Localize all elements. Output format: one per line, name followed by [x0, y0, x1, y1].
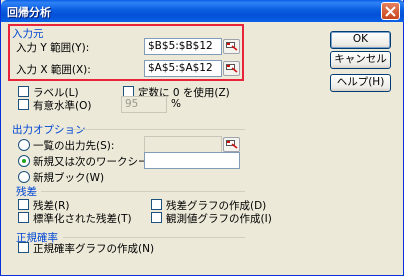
y-range-label: 入力 Y 範囲(Y): — [16, 42, 90, 54]
new-sheet-name-input[interactable] — [144, 152, 240, 169]
new-book-label: 新規ブック(W) — [33, 172, 105, 184]
normal-group-divider — [63, 237, 245, 238]
line-fit-plots-checkbox[interactable] — [151, 212, 162, 223]
normal-probability-checkbox[interactable] — [18, 242, 29, 253]
range-select-icon — [226, 64, 238, 73]
close-button[interactable] — [381, 2, 400, 20]
help-button[interactable]: ヘルプ(H) — [330, 74, 391, 92]
cancel-button[interactable]: キャンセル — [330, 51, 391, 69]
standardized-residuals-checkbox[interactable] — [18, 212, 29, 223]
confidence-unit: % — [171, 98, 181, 110]
y-range-collapse-button[interactable] — [223, 39, 240, 54]
regression-dialog: 回帰分析 入力元 入力 Y 範囲(Y): $B$5:$B$12 入力 X 範囲(… — [0, 0, 404, 276]
residuals-group-label: 残差 — [16, 186, 37, 198]
window-title: 回帰分析 — [7, 6, 51, 19]
line-fit-plots-label: 観測値グラフの作成(I) — [166, 213, 272, 225]
residuals-group-divider — [41, 191, 245, 192]
output-range-radio[interactable] — [18, 139, 30, 151]
output-group-divider — [73, 129, 245, 130]
confidence-label: 有意水準(O) — [33, 100, 92, 112]
output-range-collapse-button[interactable] — [223, 137, 240, 152]
ok-button[interactable]: OK — [330, 31, 391, 49]
y-range-input[interactable]: $B$5:$B$12 — [144, 38, 222, 55]
title-bar: 回帰分析 — [1, 0, 404, 22]
standardized-residuals-label: 標準化された残差(T) — [33, 213, 132, 225]
residual-plots-checkbox[interactable] — [151, 199, 162, 210]
labels-checkbox[interactable] — [18, 86, 29, 97]
normal-probability-label: 正規確率グラフの作成(N) — [33, 243, 155, 255]
range-select-icon — [226, 42, 238, 51]
range-select-icon — [226, 140, 238, 149]
close-icon — [385, 6, 396, 17]
x-range-collapse-button[interactable] — [223, 61, 240, 76]
confidence-input[interactable]: 95 — [121, 96, 167, 113]
x-range-label: 入力 X 範囲(X): — [16, 64, 91, 76]
confidence-checkbox[interactable] — [18, 99, 29, 110]
output-range-label: 一覧の出力先(S): — [33, 140, 115, 152]
x-range-input[interactable]: $A$5:$A$12 — [144, 60, 222, 77]
new-sheet-radio[interactable] — [18, 155, 30, 167]
new-book-radio[interactable] — [18, 171, 30, 183]
output-range-input[interactable] — [144, 136, 222, 153]
residuals-checkbox[interactable] — [18, 199, 29, 210]
